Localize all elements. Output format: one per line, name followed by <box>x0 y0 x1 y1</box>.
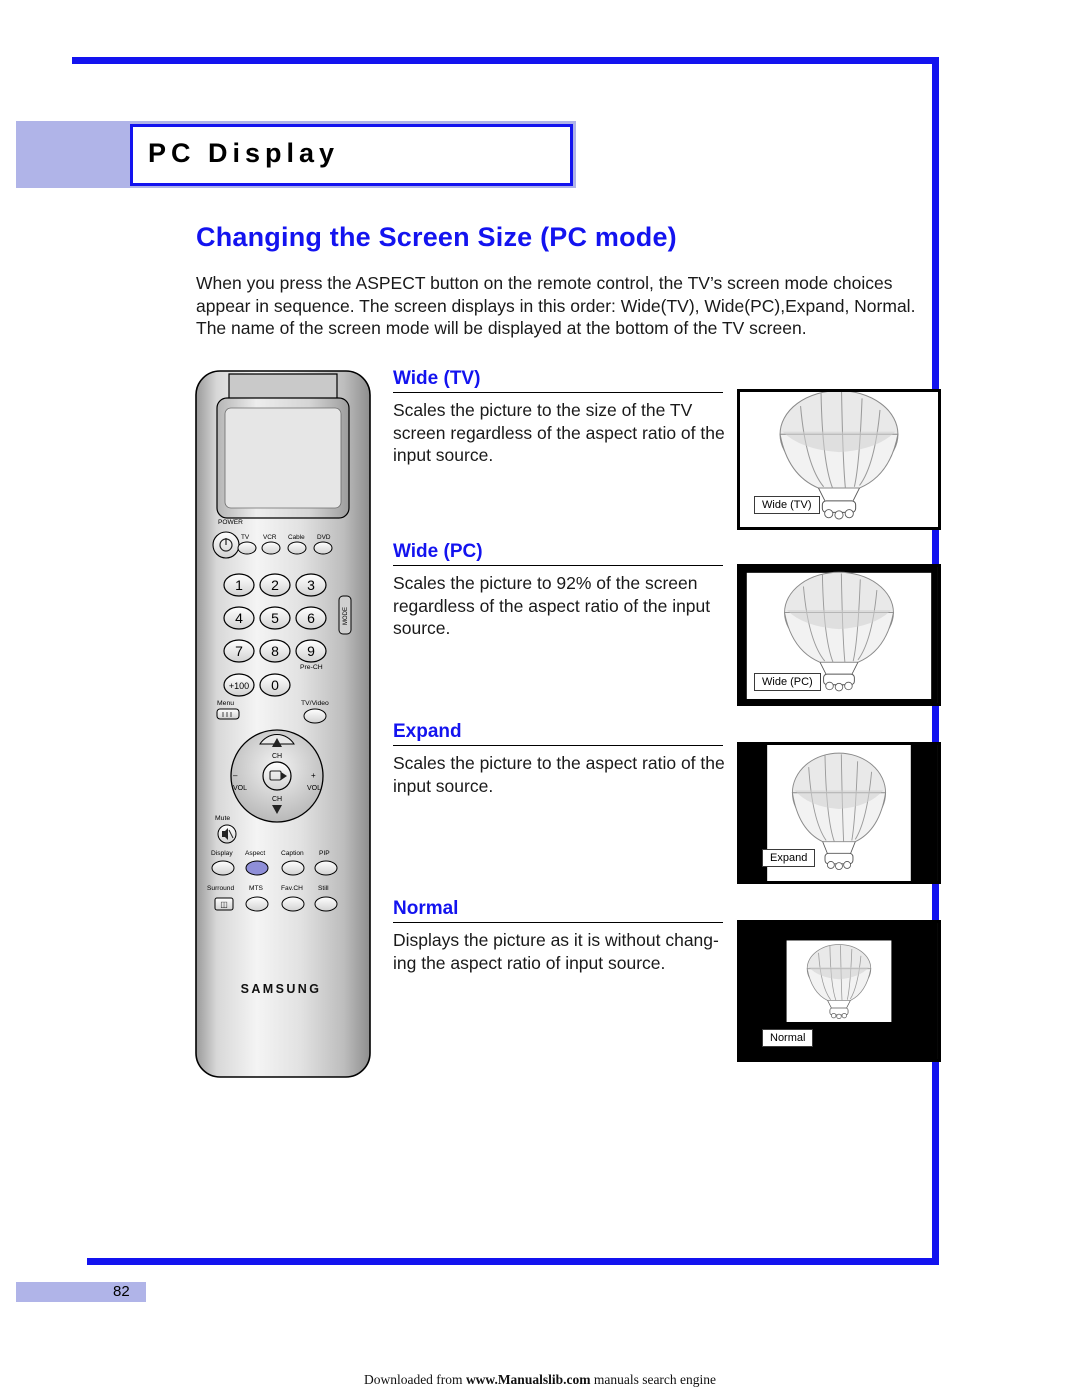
svg-text:VCR: VCR <box>263 534 277 541</box>
svg-text:VOL: VOL <box>307 785 321 792</box>
mode-divider <box>393 565 723 566</box>
svg-text:Cable: Cable <box>288 534 305 541</box>
svg-text:+100: +100 <box>229 681 249 691</box>
svg-text:6: 6 <box>307 610 315 626</box>
svg-text:2: 2 <box>271 577 279 593</box>
svg-text:Surround: Surround <box>207 885 234 892</box>
download-suffix: manuals search engine <box>590 1372 717 1387</box>
svg-text:5: 5 <box>271 610 279 626</box>
svg-text:Caption: Caption <box>281 850 304 857</box>
section-title: Changing the Screen Size (PC mode) <box>196 222 677 252</box>
svg-text:Pre-CH: Pre-CH <box>300 664 323 671</box>
mode-title: Normal <box>393 898 459 919</box>
page-border-notch-bottom <box>57 1225 87 1275</box>
svg-text:CH: CH <box>272 796 282 803</box>
svg-text:Still: Still <box>318 885 329 892</box>
svg-text:7: 7 <box>235 643 243 659</box>
svg-text:MODE: MODE <box>343 607 349 625</box>
page-title: PC Display <box>148 138 340 168</box>
svg-text:–: – <box>233 771 238 780</box>
svg-text:VOL: VOL <box>233 785 247 792</box>
svg-text:0: 0 <box>271 677 279 693</box>
svg-text:POWER: POWER <box>218 519 243 526</box>
intro-paragraph: When you press the ASPECT button on the … <box>196 273 916 338</box>
svg-text:+: + <box>311 771 316 780</box>
mode-title: Wide (PC) <box>393 541 483 562</box>
svg-text:8: 8 <box>271 643 279 659</box>
mode-description: Displays the picture as it is without ch… <box>393 930 719 973</box>
mode-description: Scales the picture to the size of the TV… <box>393 400 725 465</box>
svg-text:Menu: Menu <box>217 700 234 707</box>
remote-control-illustration: POWER TV VCR Cable DVD 1 2 3 4 5 6 7 8 9… <box>193 368 373 1080</box>
mode-block-normal: Normal Displays the picture as it is wit… <box>393 898 738 974</box>
tv-preview-caption: Wide (TV) <box>754 496 820 514</box>
mode-divider <box>393 922 723 923</box>
mode-divider <box>393 745 723 746</box>
manualslib-link[interactable]: www.Manualslib.com <box>466 1372 591 1387</box>
svg-text:◫: ◫ <box>220 900 228 909</box>
svg-text:Aspect: Aspect <box>245 850 265 857</box>
svg-text:Mute: Mute <box>215 815 230 822</box>
mode-description: Scales the picture to the aspect ratio o… <box>393 753 725 796</box>
page-number: 82 <box>113 1283 130 1300</box>
page-border-notch <box>50 50 72 1272</box>
tv-preview-wide-pc: Wide (PC) <box>737 564 941 706</box>
svg-text:SAMSUNG: SAMSUNG <box>241 982 322 996</box>
tv-preview-caption: Wide (PC) <box>754 673 821 691</box>
mode-title: Wide (TV) <box>393 368 481 389</box>
mode-block-expand: Expand Scales the picture to the aspect … <box>393 721 738 797</box>
mode-description: Scales the picture to 92% of the screen … <box>393 573 711 638</box>
svg-text:PIP: PIP <box>319 850 330 857</box>
svg-text:DVD: DVD <box>317 534 331 541</box>
mode-block-wide-tv: Wide (TV) Scales the picture to the size… <box>393 368 738 467</box>
tv-preview-caption: Expand <box>762 849 816 867</box>
mode-divider <box>393 392 723 393</box>
mode-title: Expand <box>393 721 462 742</box>
download-prefix: Downloaded from <box>363 1372 466 1387</box>
download-note: Downloaded from www.Manualslib.com manua… <box>0 1372 1080 1388</box>
svg-text:9: 9 <box>307 643 315 659</box>
tv-preview-normal: Normal <box>737 920 941 1062</box>
svg-text:Fav.CH: Fav.CH <box>281 885 303 892</box>
svg-text:Display: Display <box>211 850 233 857</box>
svg-text:4: 4 <box>235 610 243 626</box>
svg-text:TV: TV <box>241 534 250 541</box>
tv-preview-wide-tv: Wide (TV) <box>737 389 941 530</box>
mode-block-wide-pc: Wide (PC) Scales the picture to 92% of t… <box>393 541 738 640</box>
svg-text:1: 1 <box>235 577 243 593</box>
svg-text:CH: CH <box>272 753 282 760</box>
tv-preview-caption: Normal <box>762 1029 814 1047</box>
svg-text:TV/Video: TV/Video <box>301 700 329 707</box>
svg-text:MTS: MTS <box>249 885 264 892</box>
svg-text:3: 3 <box>307 577 315 593</box>
tv-preview-expand: Expand <box>737 742 941 884</box>
